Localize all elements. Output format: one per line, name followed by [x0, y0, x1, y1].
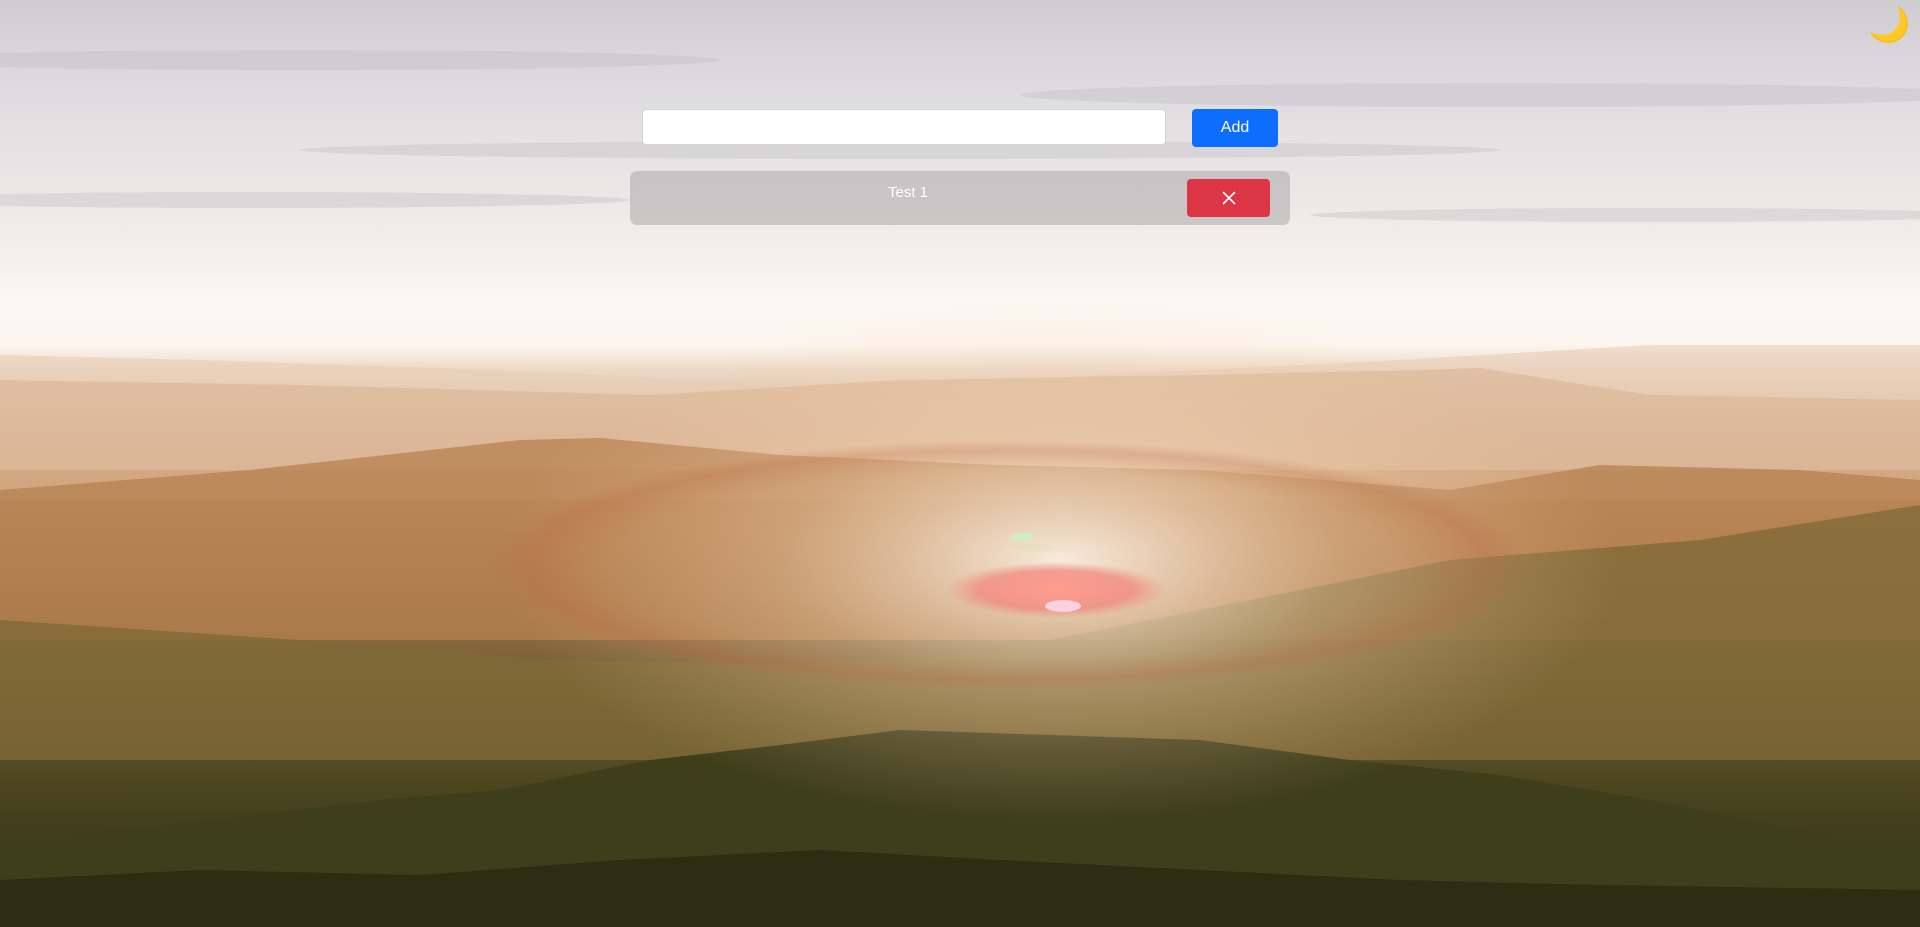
- task-item: Test 1: [630, 171, 1290, 225]
- theme-toggle-moon-icon[interactable]: 🌙: [1868, 6, 1910, 44]
- close-icon: [1222, 191, 1235, 205]
- add-button[interactable]: Add: [1192, 109, 1278, 147]
- task-list: Test 1: [630, 171, 1290, 225]
- delete-task-button[interactable]: [1187, 179, 1270, 217]
- new-task-input[interactable]: [642, 109, 1166, 145]
- task-text: Test 1: [887, 184, 929, 201]
